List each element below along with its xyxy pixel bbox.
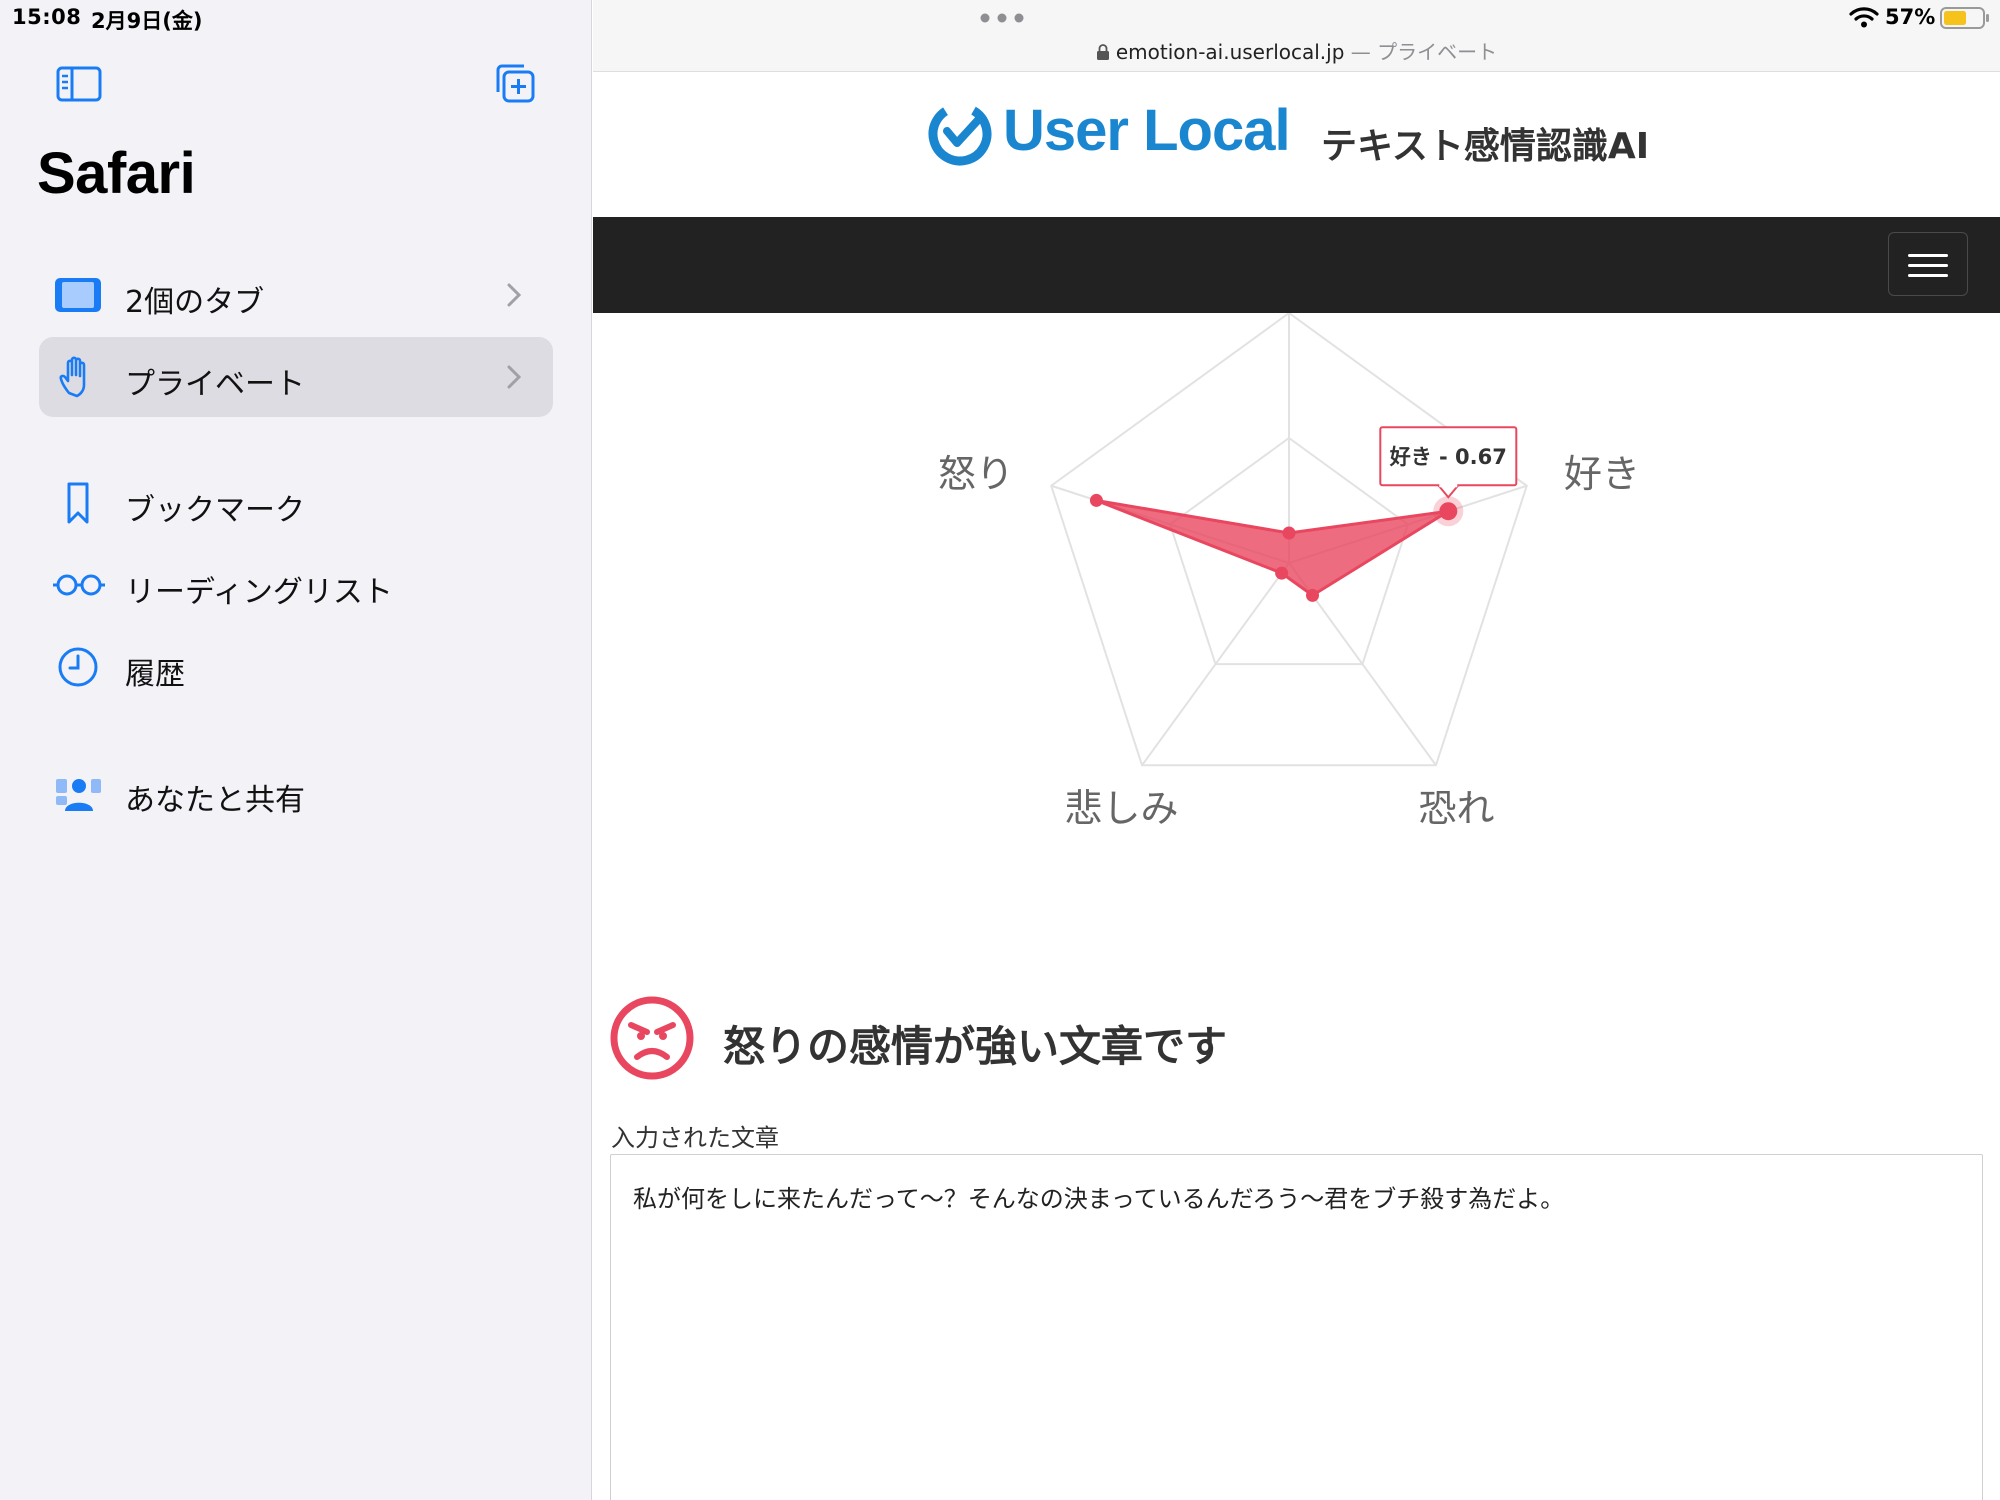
sidebar-item-label: 2個のタブ [125,285,265,320]
input-label: 入力された文章 [611,1124,779,1152]
address-bar[interactable]: emotion-ai.userlocal.jp — プライベート [593,36,2000,65]
result-banner: 怒りの感情が強い文章です [609,995,1999,1095]
menu-icon-bar [1908,264,1948,267]
menu-icon-bar [1908,274,1948,277]
url-private-mode: プライベート [1377,40,1498,64]
chevron-right-icon [507,365,521,389]
wifi-icon [1849,7,1879,28]
radar-data-point [1306,588,1320,602]
result-text: 怒りの感情が強い文章です [723,1022,1228,1071]
site-navbar [593,217,2000,313]
sidebar-item-shared-with-you[interactable]: あなたと共有 [39,753,553,833]
radar-data-point [1089,493,1103,507]
new-tab-icon[interactable] [494,62,536,104]
radar-axis-label: 好き [1564,452,1640,496]
browser-pane: emotion-ai.userlocal.jp — プライベート 57% Use… [593,0,2000,1500]
browser-toolbar: emotion-ai.userlocal.jp — プライベート 57% [593,0,2000,72]
glasses-icon [53,574,105,596]
status-date: 2月9日(金) [91,9,203,33]
radar-data-point [1275,566,1289,580]
sidebar-item-label: プライベート [125,367,305,402]
sidebar-item-tabs[interactable]: 2個のタブ [39,255,553,335]
radar-axis-label: 恐れ [1419,787,1495,831]
battery-percentage: 57% [1885,5,1936,29]
sidebar-title: Safari [37,141,196,206]
sidebar: 15:08 2月9日(金) Safari 2個のタブ プライベート ブックマーク… [0,0,592,1500]
input-text: 私が何をしに来たんだって〜？そんなの決まっているんだろう〜君をブチ殺す為だよ。 [633,1185,1565,1213]
angry-face-icon [610,996,694,1080]
sidebar-item-history[interactable]: 履歴 [39,627,553,707]
sidebar-item-bookmarks[interactable]: ブックマーク [39,463,553,543]
site-header: User Local テキスト感情認識AI [593,73,2000,217]
input-text-area[interactable]: 私が何をしに来たんだって〜？そんなの決まっているんだろう〜君をブチ殺す為だよ。 [610,1154,1983,1500]
sidebar-item-reading-list[interactable]: リーディングリスト [39,545,553,625]
radar-axis-label: 悲しみ [1064,787,1178,831]
sidebar-item-label: 履歴 [125,657,185,692]
menu-button[interactable] [1888,232,1968,296]
sidebar-toggle-icon[interactable] [56,66,102,102]
userlocal-logo-icon[interactable] [927,101,993,167]
sidebar-item-private[interactable]: プライベート [39,337,553,417]
radar-axis-label: 怒り [938,452,1014,496]
site-logo-text[interactable]: User Local [1003,97,1291,164]
radar-data-point [1282,526,1296,540]
more-dots-icon[interactable] [979,12,1025,24]
battery-icon [1940,7,1989,29]
sidebar-item-label: リーディングリスト [125,575,393,610]
radar-data-point [1439,502,1458,521]
chart-tooltip-text: 好き - 0.67 [1389,445,1507,469]
shared-with-you-icon [56,779,101,811]
menu-icon-bar [1908,254,1948,257]
tabs-icon [55,278,101,312]
clock-icon [58,647,98,687]
lock-icon [1096,44,1109,60]
status-time: 15:08 [12,5,82,29]
chevron-right-icon [507,283,521,307]
url-separator: — [1344,40,1378,64]
bookmark-icon [67,482,89,524]
tooltip-pointer-mask [1439,483,1458,488]
hand-icon [59,356,86,398]
site-subtitle: テキスト感情認識AI [1321,126,1650,167]
sidebar-item-label: あなたと共有 [125,783,305,818]
sidebar-item-label: ブックマーク [125,493,305,528]
emotion-radar-chart: 喜び好き恐れ悲しみ怒り好き - 0.67 [938,313,1640,831]
url-domain: emotion-ai.userlocal.jp [1115,40,1345,64]
